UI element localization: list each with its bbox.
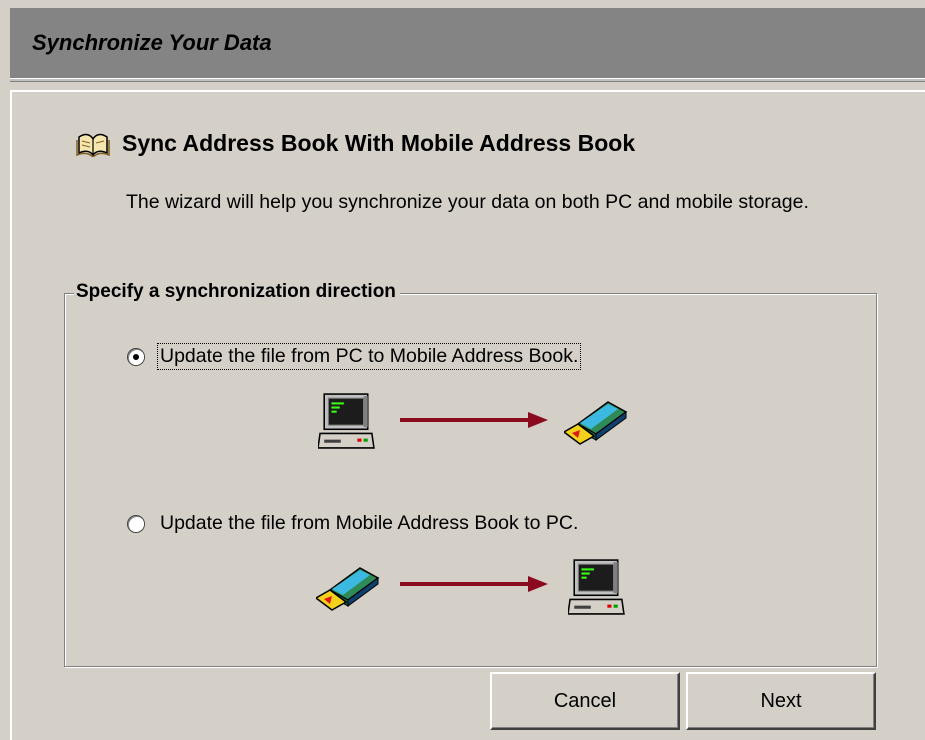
cancel-button[interactable]: Cancel: [490, 672, 680, 730]
direction-group-legend: Specify a synchronization direction: [74, 281, 400, 303]
next-button[interactable]: Next: [686, 672, 876, 730]
radio-mobile-to-pc[interactable]: Update the file from Mobile Address Book…: [128, 511, 580, 536]
wizard-description: The wizard will help you synchronize you…: [126, 191, 809, 213]
open-book-icon: [76, 133, 110, 157]
radio-dot: [133, 353, 139, 360]
wizard-title: Synchronize Your Data: [32, 30, 272, 55]
header-separator: [10, 78, 925, 82]
wizard-header: Synchronize Your Data: [10, 8, 925, 78]
section-heading: Sync Address Book With Mobile Address Bo…: [76, 130, 635, 157]
section-title: Sync Address Book With Mobile Address Bo…: [122, 130, 636, 156]
radio-pc-to-mobile[interactable]: Update the file from PC to Mobile Addres…: [128, 343, 582, 370]
mobile-book-icon: [564, 398, 628, 446]
mobile-book-icon: [316, 564, 380, 612]
radio-label-mobile-to-pc[interactable]: Update the file from Mobile Address Book…: [158, 511, 580, 536]
computer-icon: [568, 558, 626, 616]
radio-label-pc-to-mobile[interactable]: Update the file from PC to Mobile Addres…: [156, 343, 582, 370]
right-arrow-icon: [400, 574, 550, 594]
radio-button-unchecked[interactable]: [128, 515, 144, 532]
right-arrow-icon: [400, 410, 550, 430]
radio-button-checked[interactable]: [128, 348, 144, 365]
computer-icon: [318, 392, 376, 450]
